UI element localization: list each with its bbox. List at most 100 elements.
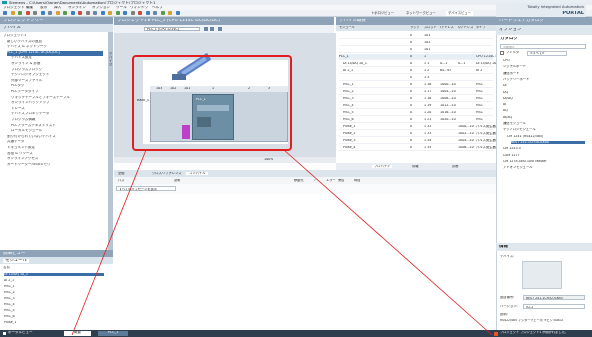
toolbar-button-icon[interactable] [40,11,45,15]
toolbar-button-icon[interactable] [78,11,82,15]
message-filter-dropdown[interactable]: すべてのメッセージを表示 [116,186,176,191]
catalog-item[interactable]: CPU [503,59,585,62]
overview-row[interactable]: 0 102 [339,40,493,46]
details-list-item[interactable]: HSC_3 [4,297,104,300]
catalog-item[interactable]: 通信モジュール [503,122,585,125]
toolbar-button-icon[interactable] [85,11,90,15]
profile-dropdown[interactable]: <すべて> [527,50,567,56]
view-tab-topology[interactable]: トポロジビュー [371,11,394,16]
toolbar-button-icon[interactable] [10,11,15,15]
overview-row[interactable]: HSC_601 211020...1023HSC [339,117,493,123]
device-select-dropdown[interactable]: PLC_1 [CPU 1214C] [144,26,200,31]
tree-item[interactable]: プログラム情報 [11,118,103,123]
menu-item-2[interactable]: 表示 [40,6,47,10]
details-list-item[interactable]: HSC_1 [4,285,104,288]
catalog-item[interactable]: 6ES7 241-1CH30-0XB0 [511,140,585,145]
catalog-item[interactable]: CM 1278 4xIO-Link Master [503,160,585,163]
catalog-item[interactable]: AQ [503,109,585,112]
zoom-out-icon[interactable] [210,27,214,31]
details-tab-modules[interactable]: モジュール [3,258,30,263]
catalog-search-input[interactable]: <検索> [500,44,586,49]
toolbar-button-icon[interactable] [100,11,105,15]
details-list-item[interactable]: DI 14/DQ 10_1 [4,273,104,277]
menu-item-8[interactable]: ヘルプ [152,6,163,10]
overview-row[interactable]: HSC_101 161000...1003HSC [339,82,493,88]
tree-item[interactable]: 割り付けられていないデバイス [7,135,103,140]
toolbar-button-icon[interactable] [3,11,7,15]
menu-item-4[interactable]: オンライン [68,6,86,10]
zoom-in-icon[interactable] [204,27,208,31]
tree-item[interactable]: 共通データ [7,140,103,145]
toolbar-button-icon[interactable] [33,11,37,15]
catalog-item[interactable]: DQ [503,91,585,94]
catalog-item[interactable]: CSM 1277 [503,154,585,157]
catalog-item[interactable]: アドオンモジュール [503,166,585,169]
overview-row[interactable]: PLC_101CPU 1214C DC/DC/DC [339,54,506,60]
overview-row[interactable]: 0 101 [339,47,493,53]
tree-item[interactable]: 言語 & リソース [7,152,103,157]
overview-row[interactable]: AI 2_1 0 1 2 64...67 AI 2 [339,68,493,74]
tree-item[interactable]: デバイス設定 [11,56,103,61]
inspector-top-tab[interactable]: 診断 [452,165,459,168]
overview-row[interactable]: Pulse_101 321000...1001パルス発生器 [339,124,496,130]
toolbar-button-icon[interactable] [70,11,75,15]
status-tab-overview[interactable]: 概要 [64,331,91,336]
version-dropdown[interactable]: V2.2 [523,304,585,309]
grid-icon[interactable] [218,27,222,31]
overview-row[interactable]: Pulse_201 331002...1003パルス発生器 [339,131,496,137]
toolbar-button-icon[interactable] [25,11,30,15]
tree-item[interactable]: PLCタグ [11,84,103,89]
catalog-item[interactable]: AI [503,103,585,106]
toolbar-button-icon[interactable] [160,11,165,15]
toolbar-button-icon[interactable] [63,11,67,15]
overview-row[interactable]: Pulse_401 351006...1007パルス発生器 [339,145,496,151]
catalog-item[interactable]: DI [503,84,585,87]
details-list-item[interactable]: Pulse_1 [4,321,104,324]
menu-item-0[interactable]: プロジェクト [3,6,25,10]
catalog-item[interactable]: シグナルボード [503,65,585,68]
overview-row[interactable]: 0 103 [339,33,493,39]
details-list-item[interactable]: AI 2_1 [4,279,104,282]
details-list-item[interactable]: HSC_2 [4,291,104,294]
inspector-top-tab[interactable]: 情報 [412,165,419,168]
toolbar-button-icon[interactable] [55,11,60,15]
view-tab-network[interactable]: ネットワークビュー [406,11,436,16]
inspector-tab[interactable]: 全般 [118,172,125,175]
menu-item-6[interactable]: ツール [116,6,127,10]
details-list-item[interactable]: HSC_6 [4,315,104,318]
overview-row[interactable]: DI 14/DQ 10_1 0 1 1 0...1 0...1 DI 14/DQ 10 [339,61,496,67]
catalog-item[interactable]: CM 1241 (RS422/485) [507,135,585,138]
toolbar-button-icon[interactable] [48,11,52,15]
catalog-item[interactable]: 通信ボード [503,72,585,75]
inspector-top-tab[interactable]: プロパティ [372,164,393,168]
toolbar-button-icon[interactable] [108,11,112,15]
details-list-item[interactable]: HSC_4 [4,303,104,306]
menu-item-7[interactable]: ウィンドウ [130,6,148,10]
overview-row[interactable]: HSC_501 201016...1019HSC [339,110,493,116]
status-tab-plc[interactable]: PLC_1 [98,331,129,336]
toolbar-button-icon[interactable] [93,11,97,15]
info-section-header[interactable]: 情報 [496,243,592,251]
toolbar-button-icon[interactable] [138,11,142,15]
menu-item-1[interactable]: 編集 [26,6,33,10]
tree-item[interactable]: オンラインバックアップ [11,101,103,106]
overview-row[interactable]: HSC_401 191012...1015HSC [339,103,493,109]
toolbar-button-icon[interactable] [175,11,180,15]
toolbar-button-icon[interactable] [145,11,150,15]
tree-item[interactable]: テクノロジオブジェクト [11,73,103,78]
menu-item-5[interactable]: オプション [92,6,110,10]
tree-item[interactable]: ドキュメント設定 [7,146,103,151]
inspector-tab[interactable]: コンパイル [186,171,209,175]
toolbar-button-icon[interactable] [115,11,120,15]
tree-item[interactable]: 新しいデバイスの追加 [7,40,103,45]
portal-view-button[interactable]: ポータルビュー [8,331,33,336]
catalog-item[interactable]: CM 1243-5 [503,147,585,150]
toolbar-button-icon[interactable] [18,11,22,15]
tree-item[interactable]: トレース [11,107,103,112]
tree-item[interactable]: プロジェクト1 [3,34,103,39]
canvas-horizontal-scrollbar[interactable]: 100% [114,157,336,163]
overview-row[interactable]: HSC_201 171004...1007HSC [339,89,493,95]
catalog-item[interactable]: バッテリーボード [503,78,585,81]
tree-item[interactable]: PLCデータタイプ [11,90,103,95]
toolbar-button-icon[interactable] [123,11,127,15]
